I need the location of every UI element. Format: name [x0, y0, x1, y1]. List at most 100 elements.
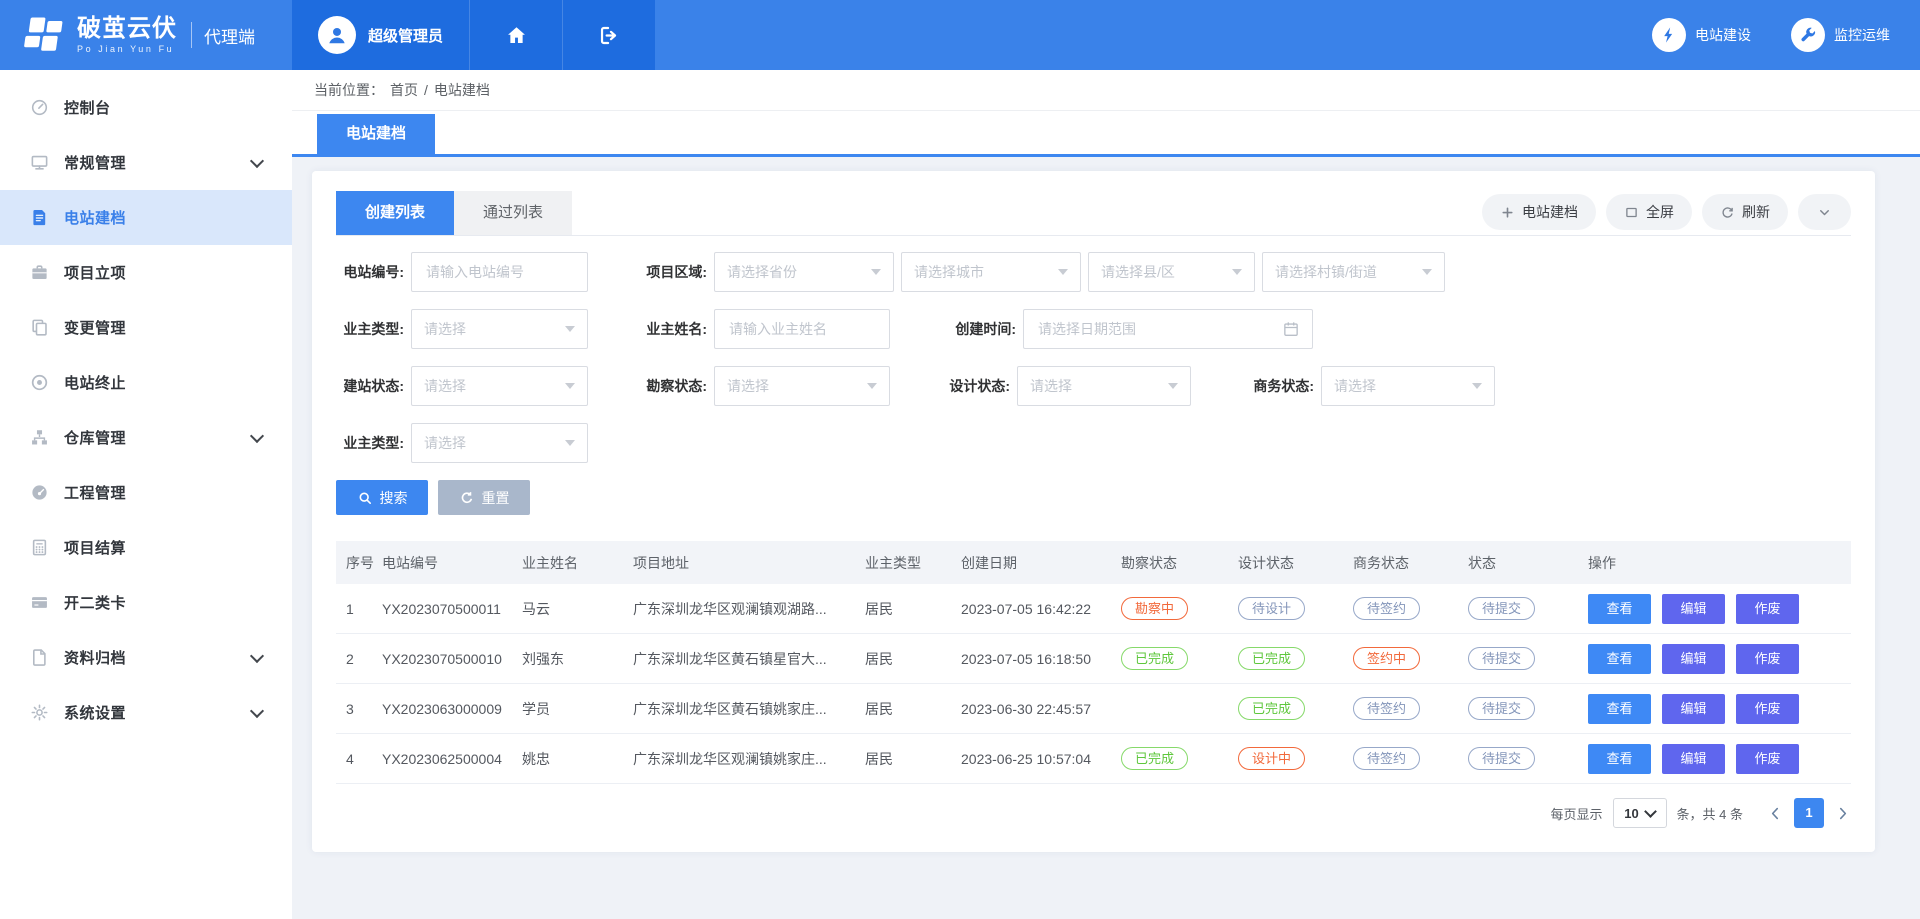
cell-created: 2023-07-05 16:42:22	[961, 584, 1121, 634]
view-button[interactable]: 查看	[1588, 694, 1651, 724]
filter-date[interactable]	[1023, 309, 1313, 349]
cell-index: 2	[336, 634, 382, 684]
breadcrumb: 当前位置： 首页 / 电站建档	[292, 70, 1920, 111]
void-button[interactable]: 作废	[1736, 594, 1799, 624]
filter-select[interactable]: 请选择	[714, 366, 890, 406]
caret-down-icon	[565, 326, 575, 332]
filter-select[interactable]: 请选择城市	[901, 252, 1081, 292]
edit-button[interactable]: 编辑	[1662, 644, 1725, 674]
sidebar-item-settings[interactable]: 系统设置	[0, 685, 292, 740]
filter-select[interactable]: 请选择	[411, 423, 588, 463]
cell-actions: 查看编辑作废	[1588, 634, 1851, 684]
filter-input[interactable]	[411, 252, 588, 292]
sidebar-item-sitemap[interactable]: 仓库管理	[0, 410, 292, 465]
sidebar-item-copy[interactable]: 变更管理	[0, 300, 292, 355]
sidebar-item-label: 电站建档	[64, 207, 126, 228]
sidebar-item-calculator[interactable]: 项目结算	[0, 520, 292, 575]
void-button[interactable]: 作废	[1736, 694, 1799, 724]
breadcrumb-current: 电站建档	[434, 80, 490, 100]
cell-owner-name: 马云	[522, 584, 633, 634]
caret-down-icon	[565, 383, 575, 389]
filter-select[interactable]: 请选择	[1321, 366, 1495, 406]
cell-owner-name: 学员	[522, 684, 633, 734]
list-tabs: 创建列表 通过列表	[336, 191, 572, 235]
view-button[interactable]: 查看	[1588, 744, 1651, 774]
filter-text-input[interactable]	[424, 263, 575, 281]
edit-button[interactable]: 编辑	[1662, 694, 1725, 724]
breadcrumb-home[interactable]: 首页	[390, 80, 418, 100]
tab-create-list[interactable]: 创建列表	[336, 191, 454, 235]
nav-monitoring-ops[interactable]: 监控运维	[1791, 18, 1890, 52]
page-tab-station-archive[interactable]: 电站建档	[317, 114, 435, 154]
chevron-down-icon	[1817, 205, 1832, 220]
toolbar: 电站建档 全屏刷新	[1482, 194, 1851, 230]
filter-date-input[interactable]	[1036, 320, 1282, 338]
tab-passed-list[interactable]: 通过列表	[454, 191, 572, 235]
column-header: 序号	[336, 541, 382, 584]
nav-station-construction[interactable]: 电站建设	[1652, 18, 1751, 52]
sidebar-item-dashboard[interactable]: 控制台	[0, 80, 292, 135]
select-placeholder: 请选择	[1334, 376, 1472, 396]
form-buttons: 搜索 重置	[336, 480, 1851, 515]
column-header: 电站编号	[382, 541, 522, 584]
page-size-select[interactable]: 10	[1613, 798, 1667, 828]
filter-input[interactable]	[714, 309, 890, 349]
chevron-down-icon	[250, 428, 264, 442]
refresh-button[interactable]: 刷新	[1702, 194, 1788, 230]
brand[interactable]: 破茧云伏 Po Jian Yun Fu 代理端	[0, 0, 292, 70]
cell-owner-name: 刘强东	[522, 634, 633, 684]
sidebar-item-label: 常规管理	[64, 152, 126, 173]
cell-created: 2023-07-05 16:18:50	[961, 634, 1121, 684]
cell-owner-type: 居民	[865, 584, 961, 634]
sidebar-item-briefcase[interactable]: 项目立项	[0, 245, 292, 300]
card-head: 创建列表 通过列表 电站建档 全屏刷新	[336, 191, 1851, 236]
create-station-button[interactable]: 电站建档	[1482, 194, 1596, 230]
collapse-button[interactable]	[1798, 194, 1851, 230]
plus-icon	[1500, 205, 1515, 220]
home-icon	[505, 24, 528, 47]
next-page-button[interactable]	[1834, 805, 1851, 822]
filter-text-input[interactable]	[727, 320, 877, 338]
cell-status: 待提交	[1468, 734, 1588, 784]
cell-actions: 查看编辑作废	[1588, 734, 1851, 784]
caret-down-icon	[871, 269, 881, 275]
cell-design-status: 设计中	[1238, 734, 1353, 784]
search-button[interactable]: 搜索	[336, 480, 428, 515]
edit-button[interactable]: 编辑	[1662, 744, 1725, 774]
user-menu[interactable]: 超级管理员	[292, 0, 469, 70]
cell-status: 待提交	[1468, 634, 1588, 684]
prev-page-button[interactable]	[1767, 805, 1784, 822]
current-page[interactable]: 1	[1794, 798, 1824, 828]
fullscreen-button[interactable]: 全屏	[1606, 194, 1692, 230]
sitemap-icon	[30, 428, 49, 447]
reset-button[interactable]: 重置	[438, 480, 530, 515]
logout-button[interactable]	[562, 0, 655, 70]
toolbar-button-label: 电站建档	[1522, 202, 1578, 222]
view-button[interactable]: 查看	[1588, 594, 1651, 624]
filter-select[interactable]: 请选择省份	[714, 252, 894, 292]
void-button[interactable]: 作废	[1736, 644, 1799, 674]
pagination: 每页显示 10 条，共 4 条 1	[336, 798, 1851, 828]
sidebar-item-document[interactable]: 电站建档	[0, 190, 292, 245]
filter-select[interactable]: 请选择	[1017, 366, 1191, 406]
sidebar-item-monitor[interactable]: 常规管理	[0, 135, 292, 190]
sidebar-item-target[interactable]: 电站终止	[0, 355, 292, 410]
home-button[interactable]	[469, 0, 562, 70]
sidebar-item-archive[interactable]: 资料归档	[0, 630, 292, 685]
chevron-down-icon	[250, 703, 264, 717]
search-icon	[357, 490, 373, 506]
sidebar-item-card[interactable]: 开二类卡	[0, 575, 292, 630]
void-button[interactable]: 作废	[1736, 744, 1799, 774]
document-icon	[30, 208, 49, 227]
filter-select[interactable]: 请选择	[411, 309, 588, 349]
edit-button[interactable]: 编辑	[1662, 594, 1725, 624]
sidebar-item-gauge[interactable]: 工程管理	[0, 465, 292, 520]
filter-select[interactable]: 请选择村镇/街道	[1262, 252, 1445, 292]
filter-select[interactable]: 请选择县/区	[1088, 252, 1255, 292]
table-row: 4YX2023062500004姚忠广东深圳龙华区观澜镇姚家庄...居民2023…	[336, 734, 1851, 784]
cell-business-status: 待签约	[1353, 584, 1468, 634]
column-header: 业主类型	[865, 541, 961, 584]
view-button[interactable]: 查看	[1588, 644, 1651, 674]
count-label: 条，共 4 条	[1677, 804, 1743, 823]
filter-select[interactable]: 请选择	[411, 366, 588, 406]
